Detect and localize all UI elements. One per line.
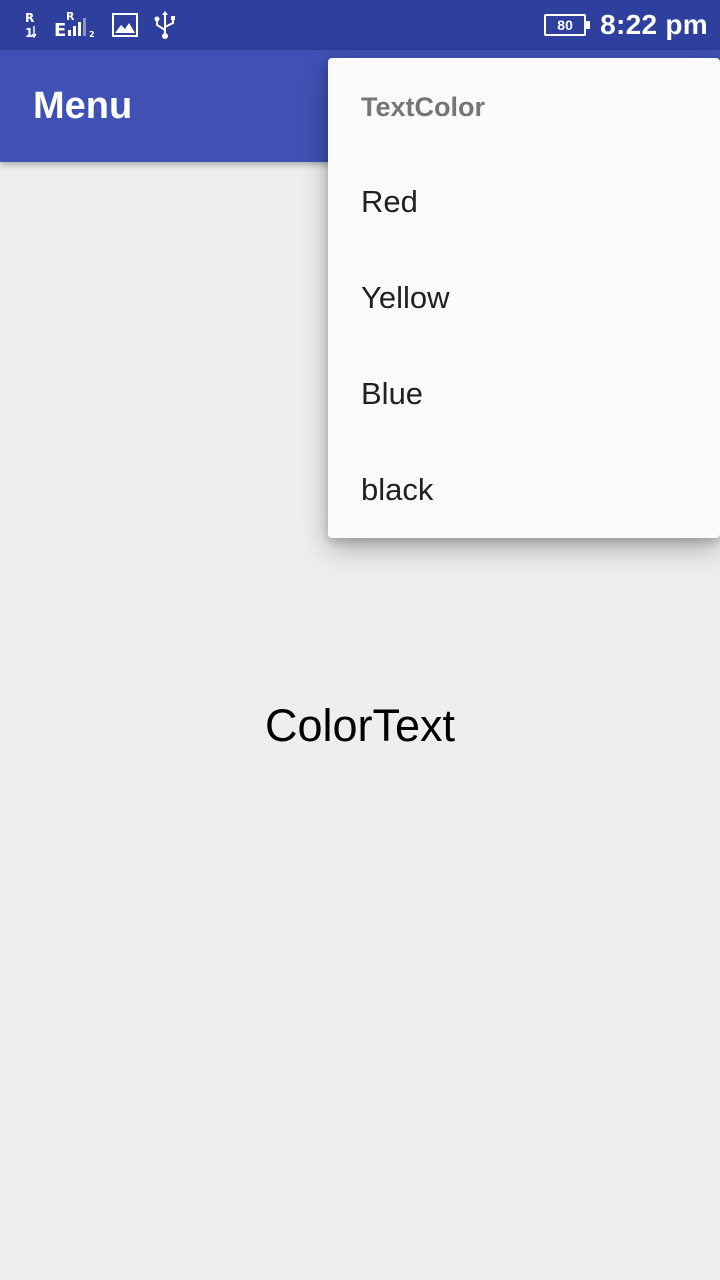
- sim2-signal-icon: E R 2: [54, 10, 95, 40]
- status-icons-left: R 1 E R 2: [24, 0, 178, 50]
- sim2-roaming-letter: R: [66, 10, 75, 23]
- color-text-label: ColorText: [264, 700, 456, 751]
- sim2-network-letter: E: [54, 20, 66, 40]
- status-bar: R 1 E R 2 80 8:22 pm: [0, 0, 720, 50]
- battery-level: 80: [557, 17, 573, 33]
- app-bar-title: Menu: [33, 85, 133, 127]
- usb-icon: [154, 11, 175, 39]
- sim1-number: 1: [25, 26, 33, 40]
- status-clock: 8:22 pm: [600, 9, 708, 40]
- status-icons-right: 80 8:22 pm: [544, 0, 708, 50]
- sim1-roaming-letter: R: [25, 11, 34, 25]
- menu-item-blue[interactable]: Blue: [328, 346, 720, 442]
- menu-item-red[interactable]: Red: [328, 154, 720, 250]
- menu-item-black[interactable]: black: [328, 442, 720, 538]
- menu-header-textcolor: TextColor: [361, 92, 486, 122]
- sim1-signal-icon: R 1: [25, 11, 37, 40]
- sim2-number: 2: [89, 30, 95, 39]
- menu-item-yellow[interactable]: Yellow: [328, 250, 720, 346]
- battery-icon: 80: [544, 14, 591, 36]
- image-notification-icon: [112, 13, 138, 37]
- overflow-popup-menu: TextColor Red Yellow Blue black: [328, 58, 720, 538]
